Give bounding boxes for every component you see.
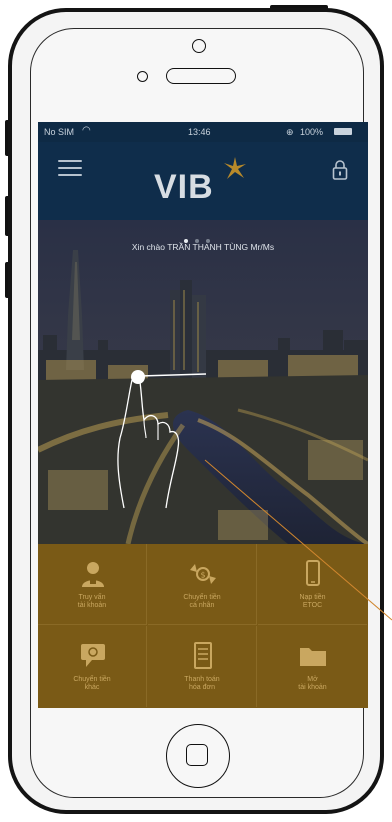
tile-account-inquiry[interactable]: Truy vấn tài khoản — [38, 544, 147, 625]
quick-action-grid: Truy vấn tài khoản $ Chuyển tiền cá nhân N… — [38, 544, 368, 708]
money-transfer-icon: $ — [190, 564, 216, 584]
tile-label-line2: cá nhân — [189, 602, 215, 609]
home-square-icon — [186, 744, 208, 766]
bill-icon — [194, 642, 212, 669]
app-header: VIB — [38, 142, 368, 220]
status-bar: No SIM ◠ 13:46 ⊕ 100% — [38, 122, 368, 142]
wifi-icon: ◠ — [82, 125, 91, 136]
battery-percent: 100% — [300, 127, 324, 137]
clock-text: 13:46 — [188, 127, 211, 137]
hamburger-icon[interactable] — [58, 160, 82, 178]
tile-label-line2: tài khoản — [298, 684, 327, 691]
chat-transfer-icon — [81, 644, 105, 667]
battery-icon — [334, 128, 352, 135]
svg-text:$: $ — [201, 571, 206, 580]
tile-bill-payment[interactable]: Thanh toán hóa đơn — [148, 626, 257, 707]
tile-label-line1: Chuyển tiền — [183, 594, 221, 601]
tile-label-line1: Truy vấn — [78, 594, 106, 601]
tile-label-line2: ETOC — [302, 602, 323, 609]
tile-etoc-topup[interactable]: Nạp tiền ETOC — [258, 544, 367, 625]
tile-label-line1: Mở — [307, 676, 318, 683]
user-icon — [82, 562, 104, 587]
logo-text: VIB — [154, 168, 214, 206]
tile-open-account[interactable]: Mở tài khoản — [258, 626, 367, 707]
tile-label-line2: khác — [84, 684, 100, 691]
carrier-text: No SIM — [44, 127, 75, 137]
home-button[interactable] — [166, 724, 230, 788]
hero-banner[interactable]: Xin chào TRẦN THANH TÙNG Mr/Ms — [38, 220, 368, 544]
swipe-gesture-hand-icon — [117, 370, 207, 509]
tile-label-line1: Chuyển tiền — [73, 676, 111, 683]
tile-label-line1: Thanh toán — [184, 676, 220, 683]
phone-icon — [306, 560, 320, 586]
app-screen: No SIM ◠ 13:46 ⊕ 100% VIB Xin chào TRẦN … — [38, 122, 368, 708]
logo-star-icon — [224, 157, 246, 179]
greeting-text: Xin chào TRẦN THANH TÙNG Mr/Ms — [131, 242, 275, 252]
lock-icon[interactable] — [332, 160, 348, 180]
earpiece-speaker — [166, 68, 236, 84]
tile-personal-transfer[interactable]: $ Chuyển tiền cá nhân — [148, 544, 257, 625]
proximity-sensor — [137, 71, 148, 82]
tile-other-transfer[interactable]: Chuyển tiền khác — [38, 626, 147, 707]
vib-logo: VIB — [154, 157, 264, 206]
folder-icon — [300, 648, 326, 666]
rotation-lock-icon: ⊕ — [286, 127, 294, 137]
tile-label-line2: tài khoản — [77, 602, 107, 609]
tile-label-line2: hóa đơn — [188, 684, 215, 691]
front-camera — [192, 39, 206, 53]
tile-label-line1: Nạp tiền — [299, 594, 326, 601]
